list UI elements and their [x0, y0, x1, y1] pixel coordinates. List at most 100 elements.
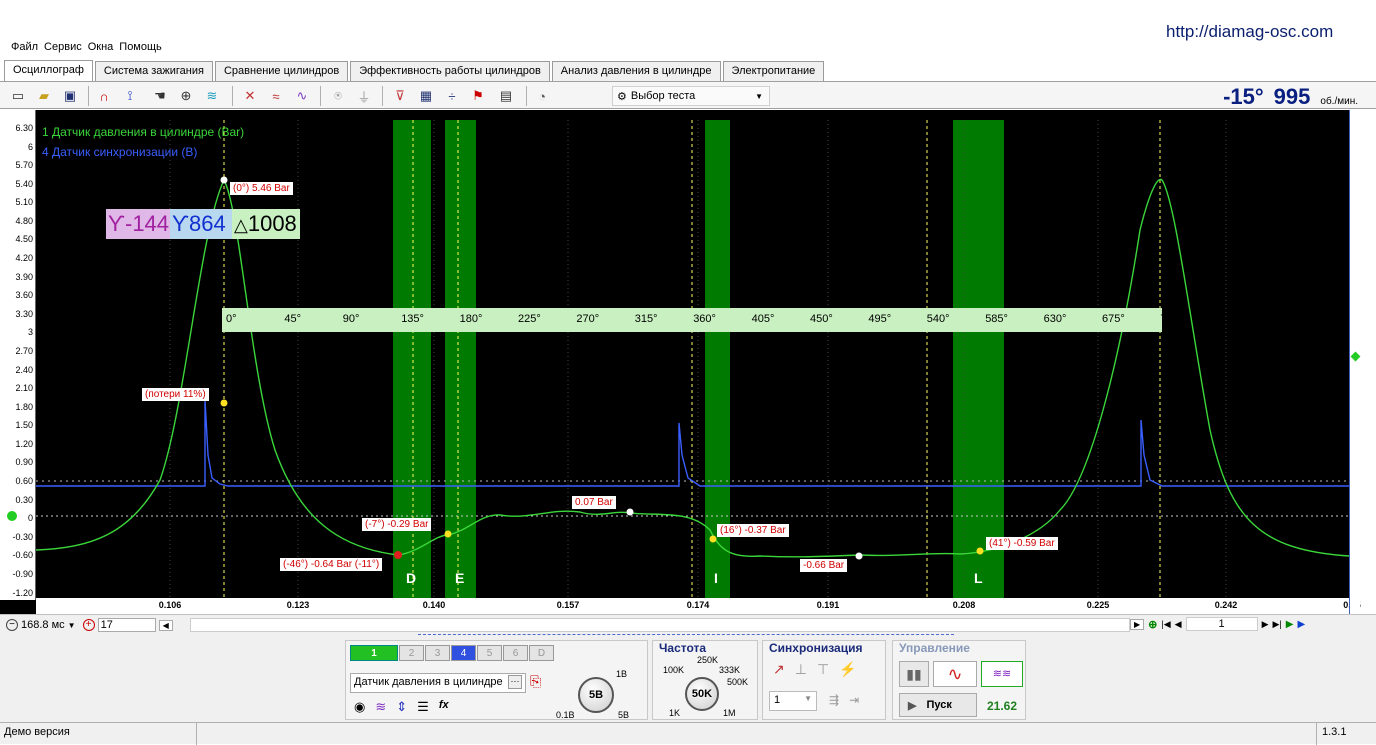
wave-stack-icon[interactable]: ≈ — [266, 86, 286, 106]
sync-up-icon[interactable]: ⊥ — [795, 661, 807, 678]
new-file-icon[interactable]: ▭ — [8, 86, 28, 106]
rpm-readout: -15° 995 об./мин. — [1223, 84, 1358, 110]
test-select[interactable]: ⚙ Выбор теста ▼ — [612, 86, 770, 106]
filter-icon[interactable]: ⊽ — [390, 86, 410, 106]
scroll-right-icon[interactable]: ▶ — [1130, 618, 1145, 630]
oscilloscope-plot[interactable]: D E I L 1 Датчик давления в цилиндре (Ba… — [0, 110, 1360, 614]
scroll-left-icon[interactable]: ◀ — [158, 619, 173, 631]
tab-oscilloscope[interactable]: Осциллограф — [4, 60, 93, 82]
continuous-wave-button[interactable]: ≋≋ — [981, 661, 1023, 687]
tab-cylinder-compare[interactable]: Сравнение цилиндров — [214, 61, 349, 81]
save-icon[interactable]: ▣ — [60, 86, 80, 106]
x-tick-label: 0.106 — [158, 600, 182, 610]
sync-list-icon[interactable]: ⇶ — [829, 693, 839, 707]
pause-button[interactable]: ▮▮ — [899, 661, 929, 687]
degree-tick-label: 540° — [926, 313, 950, 325]
sync-group: Синхронизация ↗ ⊥ ⊤ ⚡ 1 ▼ ⇶ ⇥ — [762, 640, 886, 720]
menu-file[interactable]: Файл — [8, 41, 41, 53]
first-frame-icon[interactable]: |◀ — [1161, 619, 1170, 630]
play-blue-icon[interactable]: ▶ — [1297, 619, 1305, 630]
channel-6-button[interactable]: 6 — [503, 645, 528, 661]
sync-auto-icon[interactable]: ⚡ — [839, 661, 856, 678]
wave-overlay-icon[interactable]: ∿ — [292, 86, 312, 106]
channel-2-button[interactable]: 2 — [399, 645, 424, 661]
y-tick-label: 0.90 — [15, 457, 33, 468]
y-tick-label: 0.60 — [15, 476, 33, 487]
frame-count-select[interactable]: 17 — [97, 618, 156, 632]
y-tick-label: 3.90 — [15, 271, 33, 282]
right-scale-strip[interactable] — [1349, 110, 1361, 614]
sensor-select[interactable]: Датчик давления в цилиндре — [350, 673, 526, 693]
sync-down-icon[interactable]: ⊤ — [817, 661, 829, 678]
table-icon[interactable]: ▦ — [416, 86, 436, 106]
channel-3-button[interactable]: 3 — [425, 645, 450, 661]
notes-icon[interactable]: ▤ — [496, 86, 516, 106]
sync-chevron-icon: ▼ — [804, 694, 812, 703]
channel-d-button[interactable]: D — [529, 645, 554, 661]
function-icon[interactable]: fx — [439, 699, 449, 715]
add-frame-icon[interactable]: ⊕ — [1148, 618, 1157, 631]
zone-l — [953, 120, 1004, 598]
menu-service[interactable]: Сервис — [41, 41, 85, 53]
zoom-in-icon[interactable]: + — [82, 619, 95, 631]
ann-l: (41°) -0.59 Bar — [986, 537, 1058, 550]
trigger-level-handle[interactable] — [1350, 351, 1361, 362]
zero-offset-handle[interactable] — [7, 511, 17, 521]
zoom-out-icon[interactable]: − — [6, 619, 18, 631]
invert-icon[interactable]: ≋ — [375, 699, 386, 715]
split-icon[interactable]: ÷ — [442, 86, 462, 106]
hand-icon[interactable]: ☚ — [150, 86, 170, 106]
wave-x-icon[interactable]: ✕ — [240, 86, 260, 106]
tab-cylinder-efficiency[interactable]: Эффективность работы цилиндров — [350, 61, 550, 81]
y-tick-label: 1.50 — [15, 420, 33, 431]
open-folder-icon[interactable]: ▰ — [34, 86, 54, 106]
tab-ignition[interactable]: Система зажигания — [94, 61, 213, 81]
zone-label-l: L — [974, 570, 983, 586]
time-scrollbar[interactable] — [190, 618, 1130, 632]
auto-gauge-icon[interactable]: ◔ — [532, 86, 552, 106]
channel-4-button[interactable]: 4 — [451, 645, 476, 661]
eye-icon[interactable]: ◉ — [354, 699, 365, 715]
offset-icon[interactable]: ⇕ — [396, 699, 407, 715]
layers-icon[interactable]: ≋ — [202, 86, 222, 106]
chevron-down-icon: ▼ — [755, 91, 763, 101]
rpm-unit: об./мин. — [1320, 96, 1358, 107]
y-tick-label: 4.50 — [15, 234, 33, 245]
sync-tools: ↗ ⊥ ⊤ ⚡ — [773, 661, 857, 678]
timebase-dropdown-icon[interactable]: ▼ — [68, 621, 76, 630]
menu-windows[interactable]: Окна — [85, 41, 117, 53]
volt-knob-max-label: 5В — [618, 710, 630, 720]
single-wave-button[interactable]: ∿ — [933, 661, 977, 687]
sync-channel-select[interactable]: 1 ▼ — [769, 691, 817, 711]
sync-merge-icon[interactable]: ⇥ — [849, 693, 859, 707]
channel-1-button[interactable]: 1 — [350, 645, 398, 661]
sensor-settings-icon[interactable]: ⎘ — [530, 673, 541, 690]
filter-lines-icon[interactable]: ☰ — [417, 699, 429, 715]
zone-label-i: I — [714, 570, 718, 586]
prev-frame-icon[interactable]: ◀ — [1175, 619, 1182, 630]
marker-ivc — [444, 530, 452, 538]
sync-rise-icon[interactable]: ↗ — [773, 661, 785, 678]
play-green-icon[interactable]: ▶ — [1286, 619, 1294, 630]
channel-5-button[interactable]: 5 — [477, 645, 502, 661]
sync-extra: ⇶ ⇥ — [829, 693, 859, 707]
frequency-knob[interactable]: 50K — [685, 677, 719, 711]
sensor-more-button[interactable]: ··· — [508, 675, 522, 689]
ann-min: (-46°) -0.64 Bar (-11°) — [280, 558, 383, 571]
next-frame-icon[interactable]: ▶ — [1262, 619, 1269, 630]
status-left: Демо версия — [4, 726, 70, 738]
volt-knob-min-label: 0.1В — [556, 710, 575, 720]
start-button[interactable]: ▶ Пуск — [899, 693, 977, 717]
zoom-icon[interactable]: ⊕ — [176, 86, 196, 106]
volt-knob[interactable]: 5В — [578, 677, 614, 713]
last-frame-icon[interactable]: ▶| — [1272, 619, 1281, 630]
tab-pressure-analysis[interactable]: Анализ давления в цилиндре — [551, 61, 721, 81]
menu-help[interactable]: Помощь — [116, 41, 165, 53]
control-group: Управление ▮▮ ∿ ≋≋ ▶ Пуск 21.62 — [892, 640, 1026, 720]
cursor-b-icon[interactable]: ⟟ — [120, 86, 140, 106]
flag-icon[interactable]: ⚑ — [468, 86, 488, 106]
cursor-a-icon[interactable]: ∩ — [94, 86, 114, 106]
auto-icon[interactable]: ⍟ — [328, 86, 348, 106]
tab-power-supply[interactable]: Электропитание — [722, 61, 825, 81]
zero-icon[interactable]: ⏚ — [354, 86, 374, 106]
